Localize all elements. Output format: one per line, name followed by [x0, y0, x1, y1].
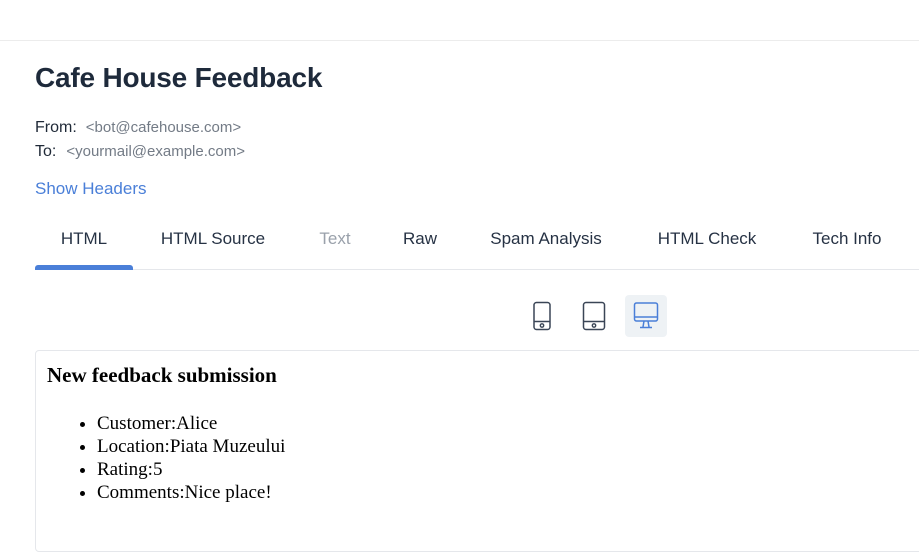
email-preview-pane: New feedback submission Customer:Alice L… — [35, 350, 919, 552]
desktop-view-button[interactable] — [625, 295, 667, 337]
tab-text[interactable]: Text — [305, 218, 365, 269]
from-label: From: — [35, 119, 77, 136]
field-value: Nice place! — [184, 482, 272, 503]
tab-raw[interactable]: Raw — [387, 218, 453, 269]
from-address: <bot@cafehouse.com> — [85, 119, 242, 136]
mobile-view-button[interactable] — [521, 295, 563, 337]
field-label: Customer: — [97, 413, 177, 434]
tab-spam-analysis[interactable]: Spam Analysis — [475, 218, 617, 269]
tablet-view-button[interactable] — [573, 295, 615, 337]
preview-heading: New feedback submission — [47, 363, 277, 387]
field-label: Comments: — [97, 482, 185, 503]
tab-html-check[interactable]: HTML Check — [643, 218, 771, 269]
show-headers-link[interactable]: Show Headers — [35, 179, 147, 199]
list-item-location: Location:Piata Muzeului — [97, 435, 285, 458]
field-label: Rating: — [97, 459, 153, 480]
view-tabs: HTML HTML Source Text Raw Spam Analysis … — [35, 218, 919, 270]
mobile-icon — [533, 301, 551, 331]
feedback-list: Customer:Alice Location:Piata Muzeului R… — [57, 412, 285, 504]
list-item-customer: Customer:Alice — [97, 412, 285, 435]
field-value: Alice — [176, 413, 218, 434]
to-label: To: — [35, 143, 57, 160]
field-value: 5 — [152, 459, 163, 480]
to-row: To: <yourmail@example.com> — [35, 143, 245, 161]
list-item-comments: Comments:Nice place! — [97, 481, 285, 504]
from-row: From: <bot@cafehouse.com> — [35, 119, 241, 137]
tab-html[interactable]: HTML — [35, 218, 133, 270]
tab-html-source[interactable]: HTML Source — [145, 218, 281, 269]
field-value: Piata Muzeului — [169, 436, 286, 457]
tab-tech-info[interactable]: Tech Info — [797, 218, 897, 269]
list-item-rating: Rating:5 — [97, 458, 285, 481]
desktop-icon — [633, 302, 659, 329]
tablet-icon — [582, 301, 606, 331]
email-subject: Cafe House Feedback — [35, 62, 323, 93]
to-address: <yourmail@example.com> — [66, 143, 245, 160]
top-bar — [0, 0, 919, 41]
field-label: Location: — [97, 436, 170, 457]
